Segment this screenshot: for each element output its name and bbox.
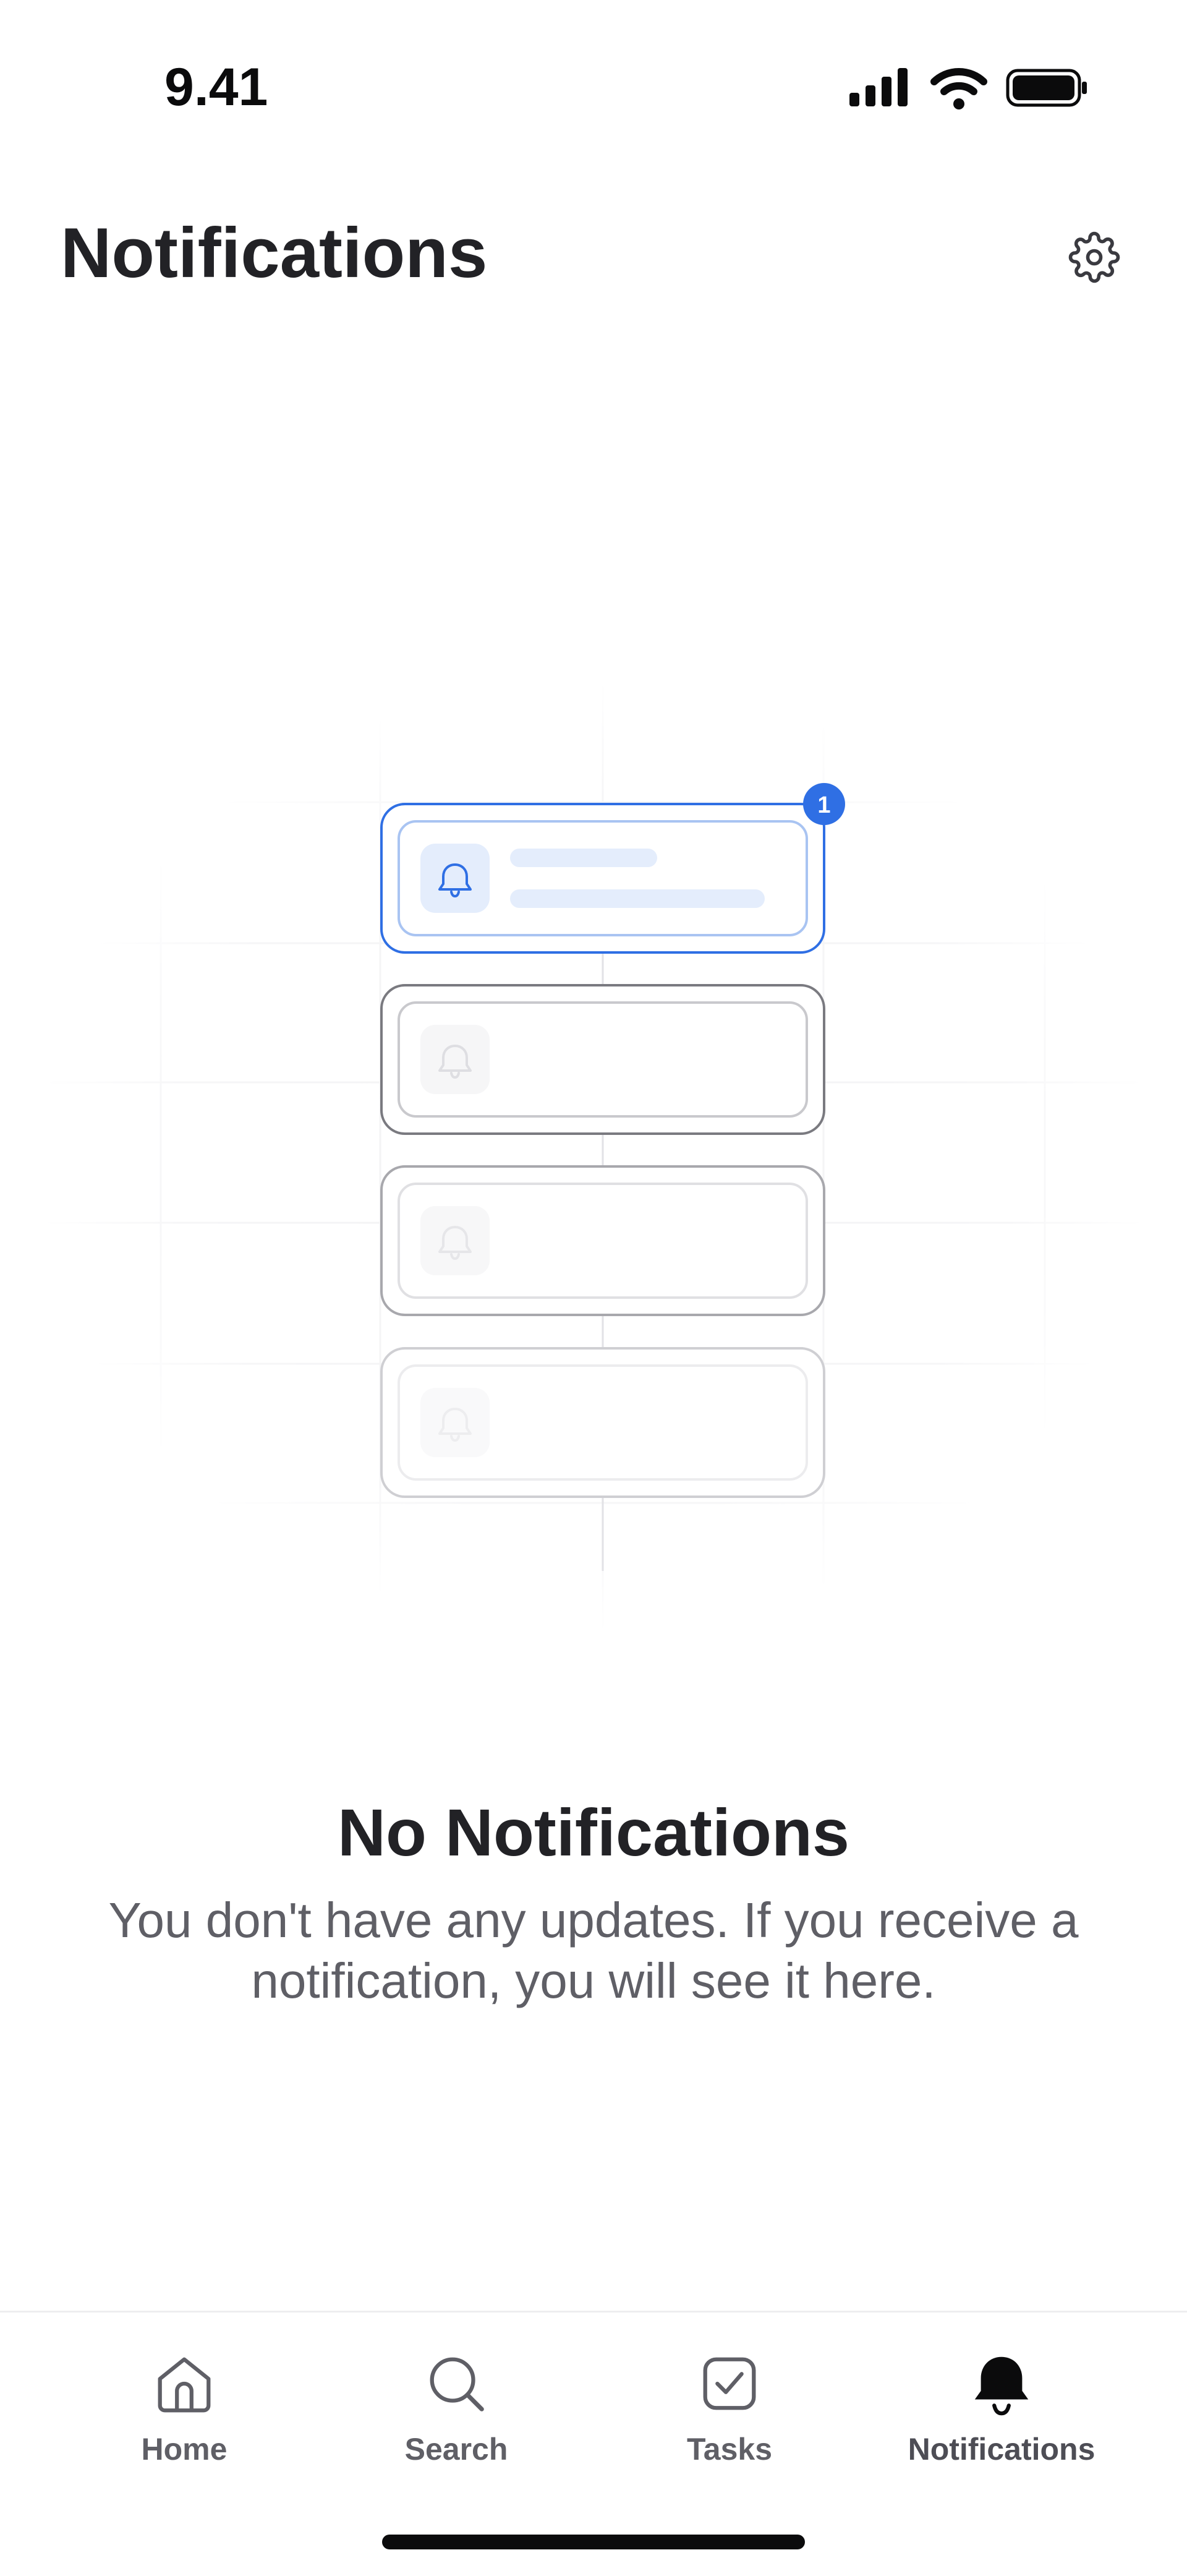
tab-notifications-label: Notifications	[908, 2432, 1096, 2467]
battery-icon	[1006, 69, 1087, 107]
settings-button[interactable]	[1063, 226, 1125, 288]
tab-search[interactable]: Search	[351, 2350, 561, 2498]
tab-search-label: Search	[404, 2432, 508, 2467]
checkbox-icon	[703, 2357, 756, 2410]
badge-count: 1	[817, 792, 830, 818]
notification-card-active	[380, 783, 845, 954]
empty-state-title: No Notifications	[338, 1795, 849, 1870]
wifi-icon	[930, 68, 987, 109]
notification-card-placeholder	[380, 1347, 825, 1498]
gear-icon	[1068, 231, 1120, 283]
home-indicator	[382, 2535, 805, 2549]
tab-notifications[interactable]: Notifications	[896, 2350, 1107, 2498]
signal-icon	[849, 68, 908, 106]
tab-tasks[interactable]: Tasks	[624, 2350, 835, 2498]
status-time: 9.41	[164, 58, 268, 117]
tab-tasks-label: Tasks	[686, 2432, 773, 2467]
bell-filled-icon	[974, 2356, 1029, 2416]
notification-card-placeholder	[380, 1165, 825, 1316]
status-icons	[849, 68, 1087, 109]
page-title: Notifications	[61, 214, 488, 293]
empty-state-message: You don't have any updates. If you recei…	[108, 1893, 1079, 2008]
search-icon	[430, 2357, 484, 2411]
tab-home[interactable]: Home	[79, 2350, 289, 2498]
notification-card-placeholder	[380, 984, 825, 1135]
empty-state-illustration: 1	[37, 680, 1150, 1633]
tab-home-label: Home	[141, 2432, 228, 2467]
home-icon	[158, 2357, 211, 2413]
